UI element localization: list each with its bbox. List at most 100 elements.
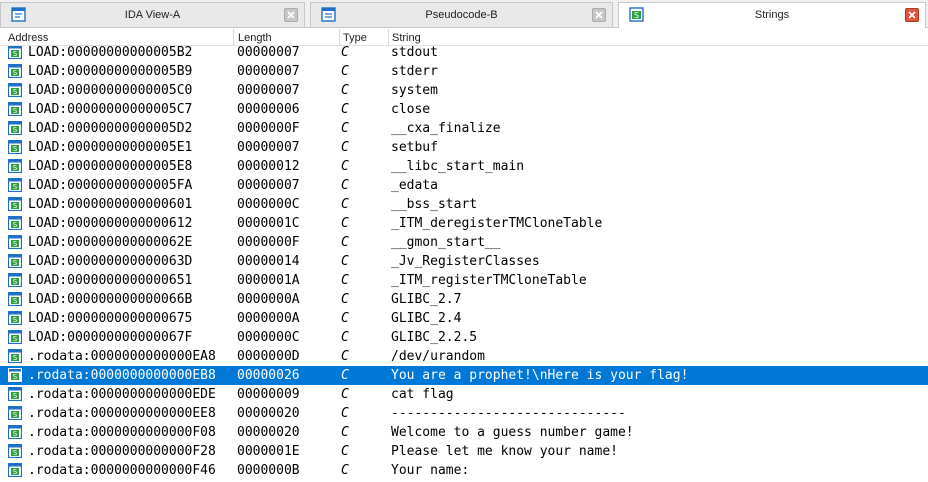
- type-cell: C: [341, 330, 349, 345]
- length-cell: 00000007: [237, 140, 300, 155]
- length-cell: 0000000C: [237, 330, 300, 345]
- column-length[interactable]: Length: [238, 32, 272, 44]
- string-item-icon: S: [8, 159, 22, 173]
- address-cell: LOAD:00000000000005C0: [28, 83, 193, 98]
- svg-text:S: S: [13, 107, 18, 115]
- tab-pseudocode-b[interactable]: Pseudocode-B: [310, 2, 613, 27]
- column-string[interactable]: String: [392, 32, 421, 44]
- table-row[interactable]: S LOAD:00000000000005B2 00000007 Cstdout: [0, 46, 928, 62]
- svg-text:S: S: [13, 183, 18, 191]
- type-cell: C: [341, 368, 349, 383]
- length-cell: 00000007: [237, 83, 300, 98]
- table-row[interactable]: S LOAD:0000000000000612 0000001C C _ITM_dere…: [0, 214, 928, 233]
- length-cell: 0000000D: [237, 349, 300, 364]
- tab-strings[interactable]: S Strings: [618, 2, 926, 28]
- type-cell: C: [341, 46, 349, 60]
- table-row[interactable]: S LOAD:0000000000000601 0000000C C __bss_sta…: [0, 195, 928, 214]
- table-row[interactable]: S .rodata:0000000000000EE8 00000020 C ------…: [0, 404, 928, 423]
- string-cell: __libc_start_main: [391, 159, 525, 174]
- table-row[interactable]: S LOAD:000000000000063D 00000014 C _Jv_Regis…: [0, 252, 928, 271]
- string-cell: GLIBC_2.4: [391, 311, 462, 326]
- table-row[interactable]: S LOAD:00000000000005B9 00000007 Cstderr: [0, 62, 928, 81]
- string-item-icon: S: [8, 102, 22, 116]
- table-row[interactable]: S LOAD:000000000000062E 0000000F C __gmon_st…: [0, 233, 928, 252]
- type-cell: C: [341, 121, 349, 136]
- column-type[interactable]: Type: [343, 32, 367, 44]
- string-item-icon: S: [8, 140, 22, 154]
- type-cell: C: [341, 235, 349, 250]
- length-cell: 0000000F: [237, 121, 300, 136]
- svg-text:S: S: [13, 126, 18, 134]
- address-cell: LOAD:00000000000005C7: [28, 102, 193, 117]
- column-address[interactable]: Address: [8, 32, 48, 44]
- table-row[interactable]: S .rodata:0000000000000EB8 00000026 C You ar…: [0, 366, 928, 385]
- table-row[interactable]: S LOAD:0000000000000651 0000001A C _ITM_regi…: [0, 271, 928, 290]
- svg-text:S: S: [13, 164, 18, 172]
- svg-text:S: S: [13, 392, 18, 400]
- address-cell: LOAD:00000000000005D2: [28, 121, 193, 136]
- length-cell: 0000000A: [237, 292, 300, 307]
- tab-label: IDA View-A: [124, 9, 181, 21]
- svg-text:S: S: [13, 335, 18, 343]
- table-row[interactable]: S LOAD:000000000000066B 0000000A C GLIBC_2.7: [0, 290, 928, 309]
- svg-text:S: S: [13, 373, 18, 381]
- length-cell: 00000020: [237, 406, 300, 421]
- type-cell: C: [341, 387, 349, 402]
- length-cell: 00000006: [237, 102, 300, 117]
- column-divider[interactable]: [233, 29, 234, 46]
- column-divider[interactable]: [339, 29, 340, 46]
- svg-text:S: S: [13, 278, 18, 286]
- type-cell: C: [341, 197, 349, 212]
- length-cell: 0000000A: [237, 311, 300, 326]
- close-icon[interactable]: [905, 8, 919, 22]
- address-cell: LOAD:000000000000063D: [28, 254, 193, 269]
- svg-text:S: S: [634, 11, 639, 20]
- tab-ida-view-a[interactable]: IDA View-A: [0, 2, 305, 27]
- table-row[interactable]: S LOAD:0000000000000675 0000000A C GLIBC_2.4: [0, 309, 928, 328]
- table-row[interactable]: S LOAD:00000000000005E1 00000007 Csetbuf: [0, 138, 928, 157]
- svg-text:S: S: [13, 297, 18, 305]
- type-cell: C: [341, 311, 349, 326]
- close-icon[interactable]: [284, 8, 298, 22]
- table-row[interactable]: S .rodata:0000000000000F08 00000020 C Welcom…: [0, 423, 928, 442]
- table-row[interactable]: S LOAD:000000000000067F 0000000C C GLIBC_2.2…: [0, 328, 928, 347]
- table-row[interactable]: S LOAD:00000000000005FA 00000007 C _edata: [0, 176, 928, 195]
- string-cell: close: [391, 102, 431, 117]
- length-cell: 00000012: [237, 159, 300, 174]
- length-cell: 00000007: [237, 178, 300, 193]
- column-divider[interactable]: [388, 29, 389, 46]
- column-header: Address Length Type String: [0, 29, 928, 46]
- string-cell: You are a prophet!\nHere is your flag!: [391, 368, 689, 383]
- svg-text:S: S: [13, 468, 18, 476]
- table-row[interactable]: S .rodata:0000000000000F46 0000000B C Your n…: [0, 461, 928, 480]
- type-cell: C: [341, 178, 349, 193]
- type-cell: C: [341, 140, 349, 155]
- string-cell: Please let me know your name!: [391, 444, 618, 459]
- table-row[interactable]: S LOAD:00000000000005E8 00000012 C __libc_st…: [0, 157, 928, 176]
- string-item-icon: S: [8, 292, 22, 306]
- string-cell: ------------------------------: [391, 406, 626, 421]
- string-item-icon: S: [8, 444, 22, 458]
- string-cell: _ITM_registerTMCloneTable: [391, 273, 587, 288]
- length-cell: 0000000C: [237, 197, 300, 212]
- address-cell: LOAD:00000000000005E8: [28, 159, 193, 174]
- table-row[interactable]: S LOAD:00000000000005C0 00000007 Csystem: [0, 81, 928, 100]
- string-item-icon: S: [8, 330, 22, 344]
- table-row[interactable]: S .rodata:0000000000000EDE 00000009 Ccat fl…: [0, 385, 928, 404]
- svg-text:S: S: [13, 69, 18, 77]
- table-row[interactable]: S .rodata:0000000000000F28 0000001E C Please…: [0, 442, 928, 461]
- string-cell: system: [391, 83, 438, 98]
- type-cell: C: [341, 463, 349, 478]
- svg-text:S: S: [13, 88, 18, 96]
- string-item-icon: S: [8, 64, 22, 78]
- close-icon[interactable]: [592, 8, 606, 22]
- table-row[interactable]: S LOAD:00000000000005C7 00000006 Cclose: [0, 100, 928, 119]
- length-cell: 0000001E: [237, 444, 300, 459]
- pseudocode-icon: [321, 7, 336, 22]
- tab-bar: IDA View-A Pseudocode-B S Strings: [0, 0, 928, 28]
- table-row[interactable]: S .rodata:0000000000000EA8 0000000D C/dev/u…: [0, 347, 928, 366]
- string-item-icon: S: [8, 46, 22, 59]
- table-row[interactable]: S LOAD:00000000000005D2 0000000F C __cxa_fin…: [0, 119, 928, 138]
- string-cell: stderr: [391, 64, 438, 79]
- string-cell: _ITM_deregisterTMCloneTable: [391, 216, 603, 231]
